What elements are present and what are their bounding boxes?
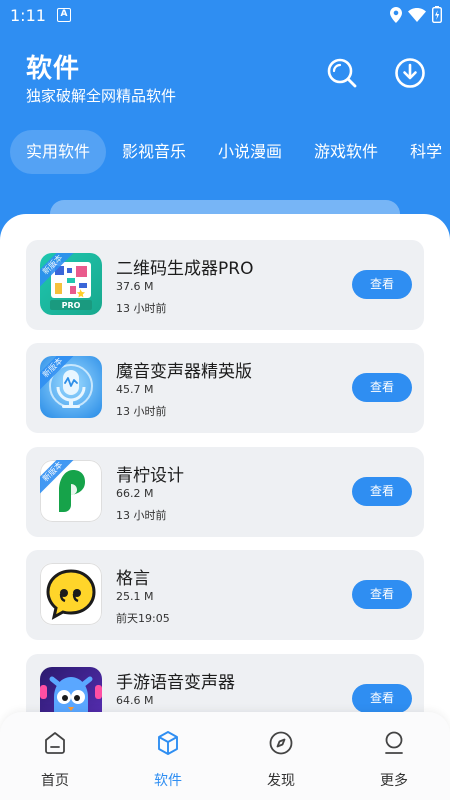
location-icon (390, 6, 402, 23)
nav-item-discover[interactable]: 发现 (251, 730, 311, 790)
microphone-icon: 新版本 (40, 356, 102, 418)
view-button[interactable]: 查看 (352, 684, 412, 713)
app-update-time: 13 小时前 (116, 405, 167, 418)
user-icon (385, 731, 403, 754)
home-icon (45, 732, 65, 754)
app-size: 25.1 M (116, 590, 154, 603)
app-size: 64.6 M (116, 694, 154, 707)
status-indicators (390, 6, 442, 23)
svg-text:PRO: PRO (62, 301, 81, 310)
tab-utility[interactable]: 实用软件 (10, 130, 107, 174)
cube-icon (158, 731, 178, 755)
status-time: 1:11 (10, 6, 46, 25)
nav-label: 软件 (154, 773, 182, 789)
tab-science[interactable]: 科学 (394, 130, 450, 174)
app-size: 45.7 M (116, 383, 154, 396)
notification-icon: A (57, 8, 71, 22)
status-bar: 1:11 A (0, 0, 450, 32)
tab-game[interactable]: 游戏软件 (298, 130, 394, 174)
app-update-time: 前天19:05 (116, 612, 170, 625)
search-icon (327, 58, 357, 88)
nav-label: 首页 (41, 773, 69, 789)
app-card[interactable]: 格言 25.1 M 前天19:05 查看 (26, 550, 424, 640)
quote-bubble-icon (40, 563, 102, 625)
app-card[interactable]: 新版本 青柠设计 66.2 M 13 小时前 查看 (26, 447, 424, 537)
app-name: 青柠设计 (116, 466, 184, 486)
wifi-icon (408, 7, 426, 22)
compass-icon (269, 731, 293, 755)
app-name: 二维码生成器PRO (116, 259, 254, 279)
battery-icon (432, 6, 442, 23)
tab-video-music[interactable]: 影视音乐 (106, 130, 202, 174)
bottom-nav: 首页 软件 发现 更多 (0, 712, 450, 800)
app-update-time: 13 小时前 (116, 302, 167, 315)
download-icon (395, 58, 425, 88)
app-card[interactable]: PRO 新版本 二维码生成器PRO 37.6 M 13 小时前 查看 (26, 240, 424, 330)
nav-item-home[interactable]: 首页 (25, 730, 85, 790)
app-update-time: 13 小时前 (116, 509, 167, 522)
page-subtitle: 独家破解全网精品软件 (26, 87, 177, 105)
search-button[interactable] (324, 55, 360, 91)
download-button[interactable] (392, 55, 428, 91)
app-size: 37.6 M (116, 280, 154, 293)
view-button[interactable]: 查看 (352, 373, 412, 402)
nav-item-software[interactable]: 软件 (138, 730, 198, 790)
app-name: 魔音变声器精英版 (116, 362, 252, 382)
page-title: 软件 (26, 54, 81, 84)
tab-novel-comic[interactable]: 小说漫画 (202, 130, 298, 174)
nav-item-more[interactable]: 更多 (364, 730, 424, 790)
app-name: 格言 (116, 569, 150, 589)
view-button[interactable]: 查看 (352, 270, 412, 299)
green-leaf-icon: 新版本 (40, 460, 102, 522)
nav-label: 发现 (267, 773, 295, 789)
category-tabs: 实用软件 影视音乐 小说漫画 游戏软件 科学 (10, 130, 450, 174)
app-name: 手游语音变声器 (116, 673, 235, 693)
view-button[interactable]: 查看 (352, 477, 412, 506)
view-button[interactable]: 查看 (352, 580, 412, 609)
app-card[interactable]: 新版本 魔音变声器精英版 45.7 M 13 小时前 查看 (26, 343, 424, 433)
qr-code-pro-icon: PRO 新版本 (40, 253, 102, 315)
app-size: 66.2 M (116, 487, 154, 500)
nav-label: 更多 (380, 773, 408, 789)
